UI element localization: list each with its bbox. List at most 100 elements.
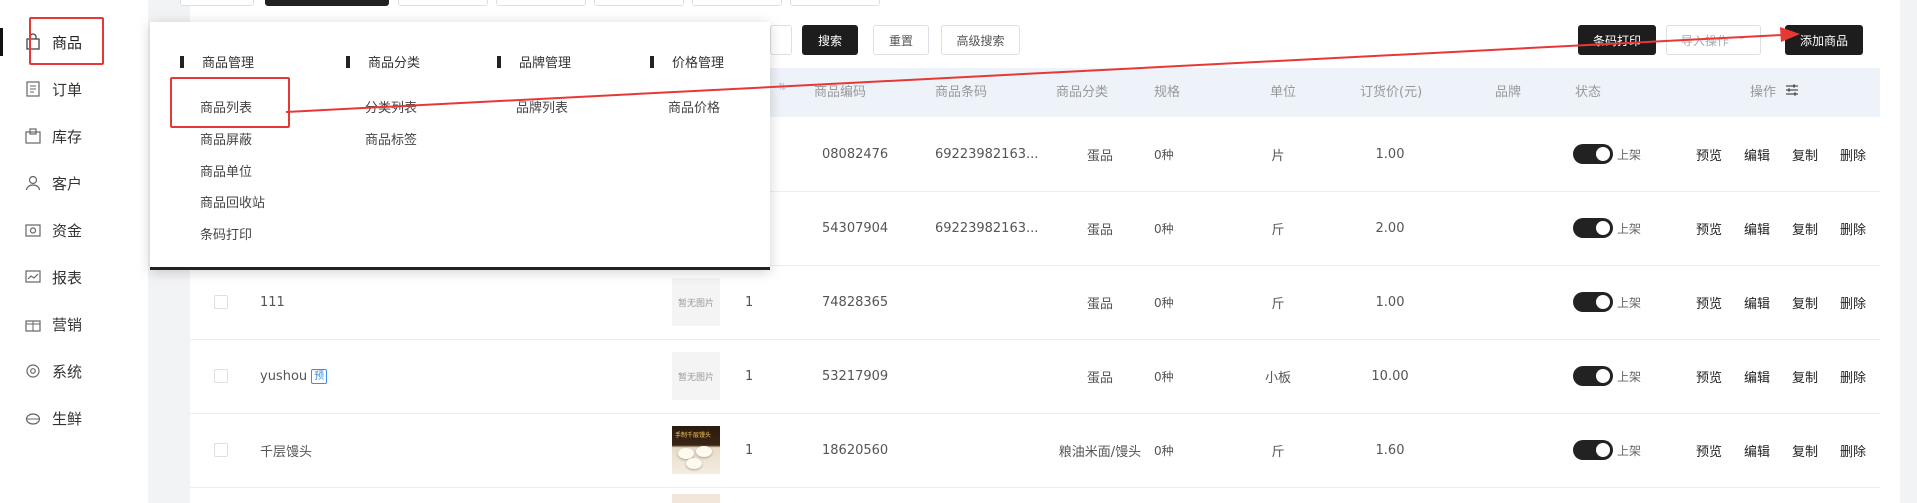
user-icon xyxy=(24,174,42,192)
delete-button[interactable]: 删除 xyxy=(1840,145,1866,164)
menu-item-goods-tags[interactable]: 商品标签 xyxy=(365,129,417,148)
sidebar-item-orders[interactable]: 订单 xyxy=(0,67,148,111)
status-toggle[interactable] xyxy=(1573,366,1613,386)
status-toggle[interactable] xyxy=(1573,292,1613,312)
filter-tab[interactable] xyxy=(398,0,488,6)
menu-item-recycle-bin[interactable]: 商品回收站 xyxy=(200,192,265,211)
edit-button[interactable]: 编辑 xyxy=(1744,441,1770,460)
filter-tab[interactable] xyxy=(692,0,782,6)
menu-title-label: 商品分类 xyxy=(368,56,421,71)
sidebar-item-customers[interactable]: 客户 xyxy=(0,161,148,205)
preview-button[interactable]: 预览 xyxy=(1696,441,1722,460)
filter-tab[interactable] xyxy=(180,0,254,6)
import-dropdown[interactable]: 导入操作 ﹀ xyxy=(1666,25,1761,55)
sidebar-item-reports[interactable]: 报表 xyxy=(0,255,148,299)
menu-item-goods-unit[interactable]: 商品单位 xyxy=(200,161,252,180)
menu-title-goods-management: 商品管理 xyxy=(180,52,254,71)
edit-button[interactable]: 编辑 xyxy=(1744,219,1770,238)
col-price: 订货价(元) xyxy=(1360,85,1423,100)
reset-button[interactable]: 重置 xyxy=(873,25,929,55)
add-goods-button[interactable]: 添加商品 xyxy=(1785,25,1863,55)
edit-button[interactable]: 编辑 xyxy=(1744,293,1770,312)
menu-title-brand: 品牌管理 xyxy=(497,52,571,71)
col-category: 商品分类 xyxy=(1056,85,1109,100)
row-actions: 预览 编辑 复制 删除 xyxy=(1696,191,1866,265)
copy-button[interactable]: 复制 xyxy=(1792,219,1818,238)
menu-title-label: 品牌管理 xyxy=(519,56,572,71)
menu-item-category-list[interactable]: 分类列表 xyxy=(365,97,417,116)
sidebar: 商品 订单 库存 客户 资金 报表 营销 系统 生鲜 xyxy=(0,0,148,503)
goods-qty: 1 xyxy=(745,442,754,458)
copy-button[interactable]: 复制 xyxy=(1792,293,1818,312)
inventory-icon xyxy=(24,127,42,145)
sidebar-item-marketing[interactable]: 营销 xyxy=(0,302,148,346)
menu-item-barcode-print[interactable]: 条码打印 xyxy=(200,224,252,243)
goods-unit: 小板 xyxy=(1264,370,1291,386)
status-toggle[interactable] xyxy=(1573,218,1613,238)
filter-tab-active[interactable] xyxy=(265,0,389,6)
row-checkbox[interactable] xyxy=(214,443,228,457)
search-input[interactable] xyxy=(770,25,792,55)
menu-item-goods-block[interactable]: 商品屏蔽 xyxy=(200,129,252,148)
goods-price: 1.00 xyxy=(1375,294,1405,310)
row-checkbox[interactable] xyxy=(214,369,228,383)
delete-button[interactable]: 删除 xyxy=(1840,367,1866,386)
goods-code: 53217909 xyxy=(822,368,889,384)
goods-unit: 斤 xyxy=(1271,222,1285,238)
preview-button[interactable]: 预览 xyxy=(1696,145,1722,164)
funds-icon xyxy=(24,221,42,239)
search-button[interactable]: 搜索 xyxy=(802,25,858,55)
row-actions: 预览 编辑 复制 删除 xyxy=(1696,265,1866,339)
bun-shape xyxy=(686,458,702,469)
sort-icon[interactable]: ⇅ xyxy=(778,82,786,93)
copy-button[interactable]: 复制 xyxy=(1792,145,1818,164)
edit-button[interactable]: 编辑 xyxy=(1744,367,1770,386)
goods-name[interactable]: 111 xyxy=(260,265,285,339)
sidebar-item-label: 订单 xyxy=(52,80,83,99)
row-select[interactable] xyxy=(214,339,228,413)
table-row: yushou 预 暂无图片 1 53217909 蛋品 0种 小板 10.00 上架 预览 编辑 复制 删… xyxy=(190,339,1880,414)
goods-name[interactable]: 千层馒头 xyxy=(260,413,312,487)
goods-name[interactable]: yushou 预 xyxy=(260,339,328,413)
delete-button[interactable]: 删除 xyxy=(1840,293,1866,312)
copy-button[interactable]: 复制 xyxy=(1792,441,1818,460)
sidebar-item-label: 客户 xyxy=(52,174,83,193)
preview-button[interactable]: 预览 xyxy=(1696,367,1722,386)
sidebar-item-label: 库存 xyxy=(52,127,83,146)
product-image-caption: 手制千层馒头 xyxy=(675,432,712,439)
sidebar-item-label: 报表 xyxy=(52,268,83,287)
status-label: 上架 xyxy=(1617,443,1642,458)
advanced-search-button[interactable]: 高级搜索 xyxy=(941,25,1020,55)
barcode-print-button[interactable]: 条码打印 xyxy=(1578,25,1656,55)
delete-button[interactable]: 删除 xyxy=(1840,219,1866,238)
sidebar-item-label: 生鲜 xyxy=(52,409,83,428)
preview-button[interactable]: 预览 xyxy=(1696,219,1722,238)
filter-tab[interactable] xyxy=(790,0,880,6)
filter-tab[interactable] xyxy=(496,0,586,6)
column-settings-icon[interactable] xyxy=(1785,83,1799,101)
menu-title-category: 商品分类 xyxy=(346,52,420,71)
sidebar-item-system[interactable]: 系统 xyxy=(0,349,148,393)
goods-price: 2.00 xyxy=(1375,220,1405,236)
menu-item-goods-price[interactable]: 商品价格 xyxy=(668,97,720,116)
title-bar xyxy=(180,55,184,68)
delete-button[interactable]: 删除 xyxy=(1840,441,1866,460)
copy-button[interactable]: 复制 xyxy=(1792,367,1818,386)
status-toggle[interactable] xyxy=(1573,440,1613,460)
sidebar-item-inventory[interactable]: 库存 xyxy=(0,114,148,158)
preview-button[interactable]: 预览 xyxy=(1696,293,1722,312)
menu-item-brand-list[interactable]: 品牌列表 xyxy=(516,97,568,116)
edit-button[interactable]: 编辑 xyxy=(1744,145,1770,164)
sidebar-item-fresh[interactable]: 生鲜 xyxy=(0,396,148,440)
goods-status: 上架 xyxy=(1573,413,1641,487)
bun-shape xyxy=(696,446,712,457)
menu-title-price: 价格管理 xyxy=(650,52,724,71)
goods-name-text: 111 xyxy=(260,294,285,310)
sidebar-item-funds[interactable]: 资金 xyxy=(0,208,148,252)
goods-category: 蛋品 xyxy=(1086,148,1113,164)
status-toggle[interactable] xyxy=(1573,144,1613,164)
row-checkbox[interactable] xyxy=(214,295,228,309)
row-select[interactable] xyxy=(214,265,228,339)
row-select[interactable] xyxy=(214,413,228,487)
filter-tab[interactable] xyxy=(594,0,684,6)
